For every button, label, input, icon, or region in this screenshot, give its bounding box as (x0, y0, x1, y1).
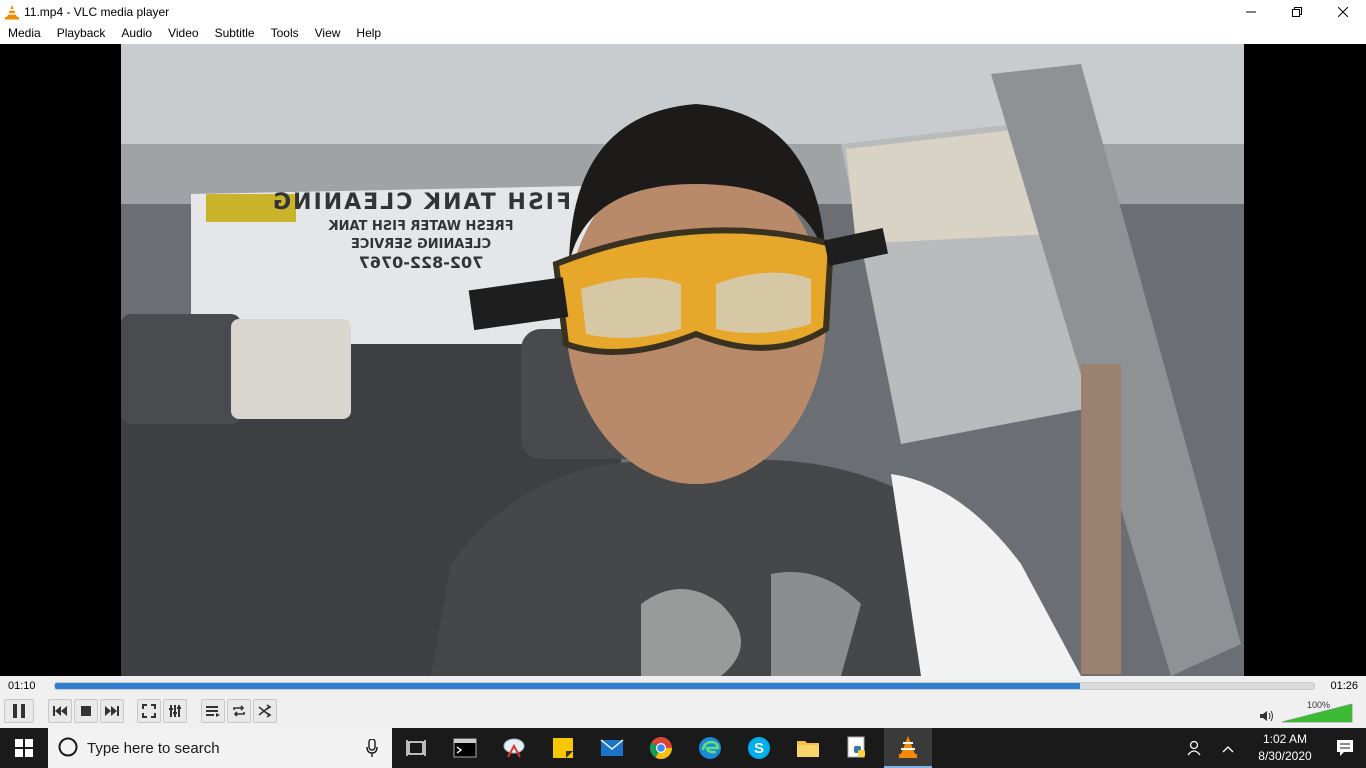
extended-settings-button[interactable] (163, 699, 187, 723)
menu-audio[interactable]: Audio (113, 23, 160, 44)
minimize-icon (1246, 11, 1256, 12)
window-controls (1228, 0, 1366, 23)
taskbar-edge[interactable] (686, 728, 734, 768)
python-icon (847, 736, 865, 758)
menu-view[interactable]: View (307, 23, 349, 44)
chevron-up-icon[interactable] (1222, 742, 1234, 756)
clock[interactable]: 1:02 AM 8/30/2020 (1250, 731, 1320, 765)
stop-icon (81, 706, 91, 716)
menu-subtitle[interactable]: Subtitle (207, 23, 263, 44)
playlist-icon (206, 706, 220, 717)
next-button[interactable] (100, 699, 124, 723)
taskbar-python[interactable] (833, 728, 881, 768)
taskbar-terminal[interactable] (441, 728, 489, 768)
mail-icon (600, 739, 624, 756)
video-frame[interactable]: FISH TANK CLEANING FRESH WATER FISH TANK… (121, 44, 1244, 676)
notifications-icon[interactable] (1336, 739, 1354, 760)
chrome-icon (650, 737, 672, 759)
start-button[interactable] (0, 728, 48, 768)
total-time: 01:26 (1330, 680, 1358, 692)
windows-logo-icon (15, 739, 33, 757)
taskbar-vlc[interactable] (884, 728, 932, 768)
van-text-line4: 702-822-0767 (358, 253, 484, 272)
edge-icon (699, 737, 721, 759)
seek-row: 01:10 01:26 (0, 676, 1366, 696)
skype-icon: S (748, 737, 770, 759)
search-icon (57, 736, 79, 761)
van-text-line2: FRESH WATER FISH TANK (328, 219, 514, 234)
van-text-line1: FISH TANK CLEANING (271, 190, 571, 215)
minimize-button[interactable] (1228, 0, 1274, 23)
task-view-icon (406, 740, 426, 756)
svg-text:S: S (754, 740, 764, 757)
taskbar-skype[interactable]: S (735, 728, 783, 768)
terminal-icon (453, 738, 477, 758)
task-view-button[interactable] (392, 728, 440, 768)
taskbar: Type here to search S 1:02 AM 8/30/2020 (0, 728, 1366, 768)
sticky-notes-icon (553, 738, 573, 758)
seek-bar[interactable] (54, 682, 1315, 690)
window-title: 11.mp4 - VLC media player (24, 4, 170, 19)
menu-media[interactable]: Media (0, 23, 49, 44)
controls-row: 100% (0, 696, 1366, 728)
menu-help[interactable]: Help (348, 23, 389, 44)
system-tray: 1:02 AM 8/30/2020 (1166, 728, 1366, 768)
video-scene (121, 44, 1244, 676)
vlc-cone-icon (4, 4, 20, 20)
search-placeholder: Type here to search (87, 739, 220, 757)
restore-icon (1292, 6, 1302, 17)
volume-control: 100% (1260, 700, 1360, 724)
clock-date: 8/30/2020 (1258, 749, 1312, 763)
folder-icon (797, 741, 819, 757)
taskbar-mail[interactable] (588, 728, 636, 768)
fullscreen-button[interactable] (137, 699, 161, 723)
previous-button[interactable] (48, 699, 72, 723)
close-icon (1338, 6, 1348, 17)
clock-time: 1:02 AM (1262, 732, 1308, 746)
title-bar: 11.mp4 - VLC media player (0, 0, 1366, 23)
playlist-button[interactable] (201, 699, 225, 723)
menu-playback[interactable]: Playback (49, 23, 114, 44)
shuffle-icon (258, 704, 272, 718)
taskbar-chrome[interactable] (637, 728, 685, 768)
pause-icon (13, 704, 25, 718)
menu-video[interactable]: Video (160, 23, 206, 44)
taskbar-sticky-notes[interactable] (539, 728, 587, 768)
van-text-line3: CLEANING SERVICE (350, 237, 492, 252)
stop-button[interactable] (74, 699, 98, 723)
video-area[interactable]: FISH TANK CLEANING FRESH WATER FISH TANK… (0, 44, 1366, 676)
people-icon[interactable] (1186, 740, 1202, 759)
taskbar-snipping-tool[interactable] (490, 728, 538, 768)
van-lettering: FISH TANK CLEANING FRESH WATER FISH TANK… (271, 190, 571, 272)
loop-button[interactable] (227, 699, 251, 723)
snipping-tool-icon (503, 738, 525, 758)
taskbar-file-explorer[interactable] (784, 728, 832, 768)
pause-button[interactable] (4, 699, 34, 723)
elapsed-time: 01:10 (8, 680, 36, 692)
shuffle-button[interactable] (253, 699, 277, 723)
previous-icon (53, 706, 67, 716)
next-icon (105, 706, 119, 716)
fullscreen-icon (142, 704, 156, 718)
restore-button[interactable] (1274, 0, 1320, 23)
loop-icon (233, 705, 245, 717)
equalizer-icon (169, 705, 181, 717)
vlc-cone-icon (899, 736, 917, 758)
speaker-icon[interactable] (1260, 710, 1274, 725)
taskbar-search-box[interactable]: Type here to search (48, 728, 392, 768)
menu-bar: Media Playback Audio Video Subtitle Tool… (0, 23, 1366, 44)
volume-slider[interactable] (1280, 702, 1354, 727)
menu-tools[interactable]: Tools (263, 23, 307, 44)
microphone-icon[interactable] (366, 738, 378, 760)
seek-bar-fill (55, 683, 1080, 689)
close-button[interactable] (1320, 0, 1366, 23)
